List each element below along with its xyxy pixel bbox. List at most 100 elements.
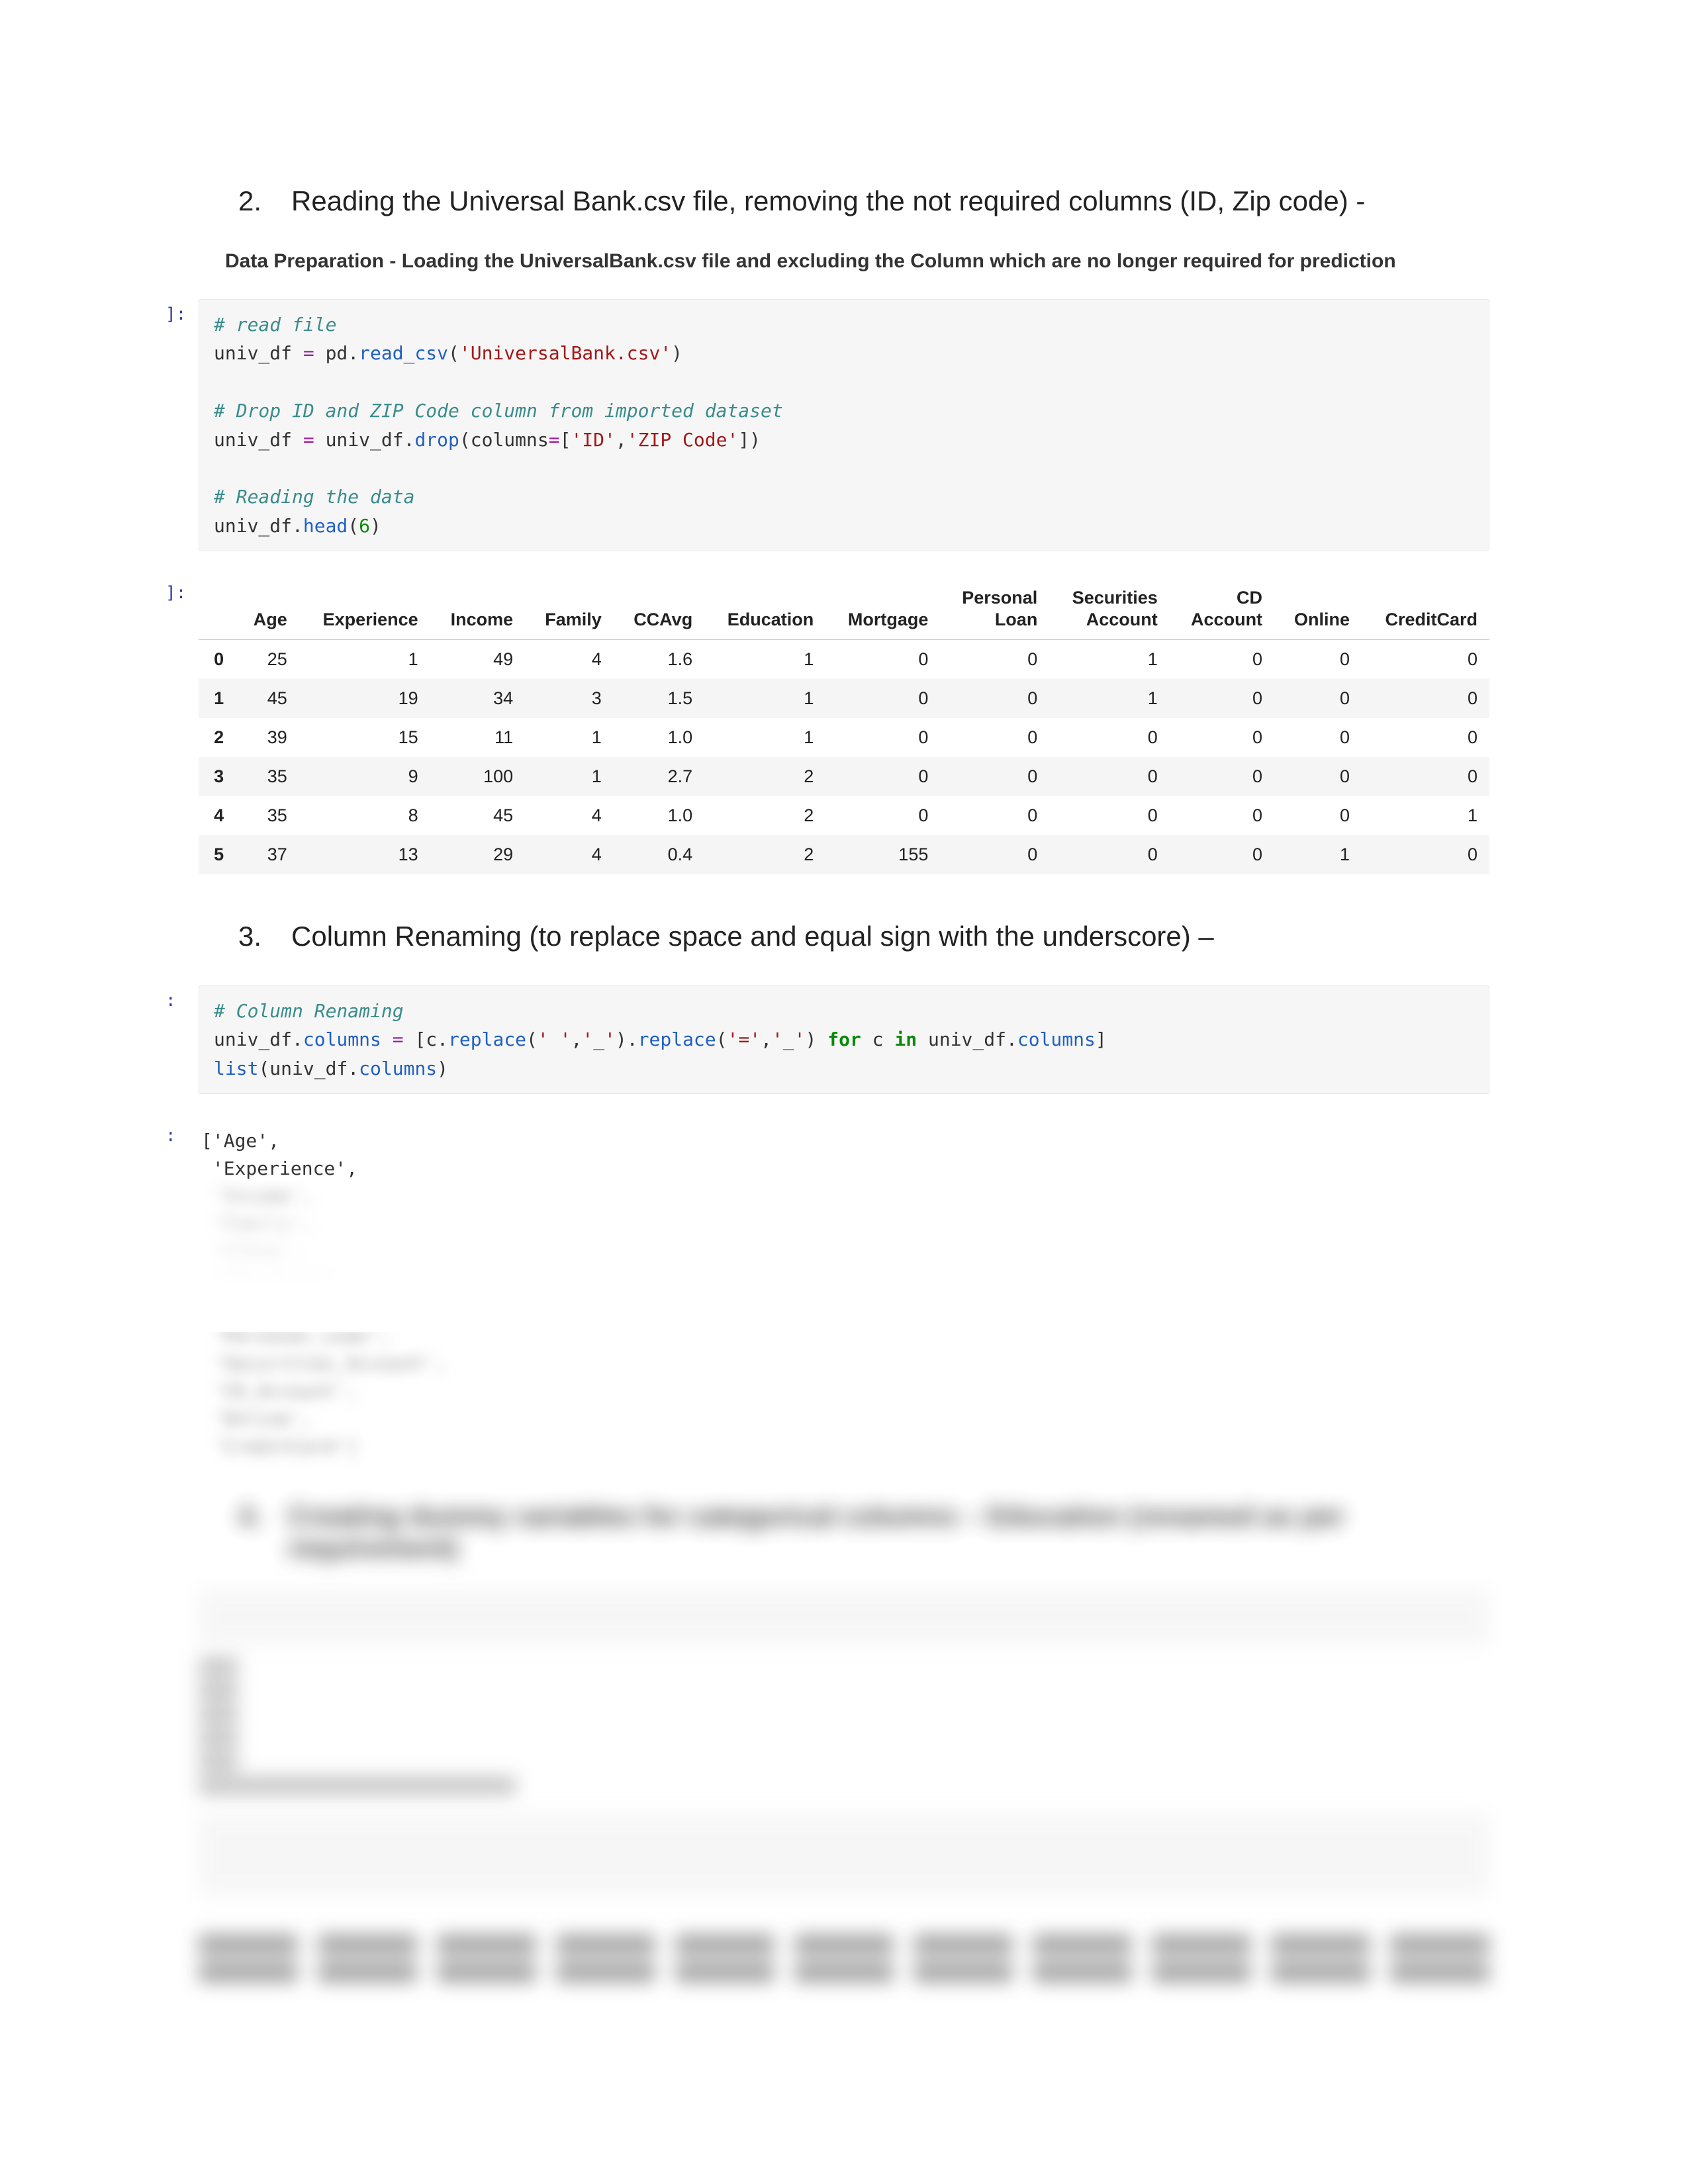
table-cell: 1 <box>704 718 825 757</box>
table-cell: 0 <box>825 639 940 679</box>
table-header: Age <box>236 578 299 639</box>
table-cell: 15 <box>299 718 430 757</box>
table-cell: 155 <box>825 835 940 874</box>
table-cell: 0 <box>1170 679 1274 718</box>
table-body: 02514941.61001000145193431.5100100023915… <box>199 639 1489 874</box>
table-cell: 39 <box>236 718 299 757</box>
table-cell: 100 <box>430 757 525 796</box>
table-cell: 0 <box>1170 835 1274 874</box>
table-cell: 1 <box>199 679 236 718</box>
table-cell: 0 <box>1170 718 1274 757</box>
table-header: CreditCard <box>1362 578 1489 639</box>
table-cell: 0 <box>1274 679 1362 718</box>
table-cell: 0 <box>1274 718 1362 757</box>
table-cell: 0 <box>1170 757 1274 796</box>
table-cell: 1 <box>1274 835 1362 874</box>
table-header: Mortgage <box>825 578 940 639</box>
table-cell: 1.0 <box>614 718 704 757</box>
table-cell: 4 <box>525 796 614 835</box>
blurred-preview-region: 4. Creating dummy variables for categori… <box>199 1500 1489 1982</box>
table-cell: 0 <box>825 718 940 757</box>
section-3-heading: 3. Column Renaming (to replace space and… <box>238 921 1489 952</box>
table-cell: 1 <box>1049 679 1169 718</box>
output-prompt: ]: <box>165 583 186 603</box>
table-cell: 13 <box>299 835 430 874</box>
table-cell: 0 <box>940 639 1049 679</box>
code-block-2: # Column Renaming univ_df.columns = [c.r… <box>199 985 1489 1094</box>
table-cell: 2.7 <box>614 757 704 796</box>
table-cell: 1.5 <box>614 679 704 718</box>
table-cell: 1 <box>299 639 430 679</box>
table-cell: 0 <box>1170 796 1274 835</box>
table-cell: 1 <box>525 718 614 757</box>
table-cell: 1 <box>1362 796 1489 835</box>
table-cell: 0 <box>940 835 1049 874</box>
table-cell: 0 <box>940 679 1049 718</box>
table-cell: 29 <box>430 835 525 874</box>
table-cell: 8 <box>299 796 430 835</box>
document-page: 2. Reading the Universal Bank.csv file, … <box>0 0 1688 2184</box>
table-cell: 4 <box>525 639 614 679</box>
table-cell: 3 <box>199 757 236 796</box>
table-cell: 0 <box>1049 796 1169 835</box>
blurred-output-lines <box>199 1658 1489 1794</box>
section-2-number: 2. <box>238 185 265 217</box>
table-header: CCAvg <box>614 578 704 639</box>
table-cell: 0.4 <box>614 835 704 874</box>
blurred-code-block-2 <box>199 1814 1489 1895</box>
table-cell: 11 <box>430 718 525 757</box>
blurred-table <box>199 1934 1489 1982</box>
table-header: Income <box>430 578 525 639</box>
table-header: SecuritiesAccount <box>1049 578 1169 639</box>
table-cell: 0 <box>825 757 940 796</box>
table-row: 239151111.01000000 <box>199 718 1489 757</box>
table-cell: 0 <box>1049 718 1169 757</box>
table-cell: 37 <box>236 835 299 874</box>
blurred-code-block <box>199 1590 1489 1645</box>
table-cell: 0 <box>1049 835 1169 874</box>
code-block-1: # read file univ_df = pd.read_csv('Unive… <box>199 299 1489 551</box>
table-head: AgeExperienceIncomeFamilyCCAvgEducationM… <box>199 578 1489 639</box>
table-row: 43584541.02000001 <box>199 796 1489 835</box>
table-cell: 0 <box>1170 639 1274 679</box>
section-3-number: 3. <box>238 921 265 952</box>
table-row: 335910012.72000000 <box>199 757 1489 796</box>
table-row: 537132940.4215500010 <box>199 835 1489 874</box>
table-cell: 1 <box>525 757 614 796</box>
table-cell: 4 <box>199 796 236 835</box>
table-cell: 2 <box>704 835 825 874</box>
table-row: 02514941.61001000 <box>199 639 1489 679</box>
table-cell: 1 <box>1049 639 1169 679</box>
table-header <box>199 578 236 639</box>
table-cell: 34 <box>430 679 525 718</box>
input-prompt-2: : <box>165 991 176 1011</box>
table-cell: 0 <box>1362 757 1489 796</box>
table-cell: 0 <box>1274 796 1362 835</box>
table-cell: 0 <box>1274 757 1362 796</box>
dataframe-table: AgeExperienceIncomeFamilyCCAvgEducationM… <box>199 578 1489 874</box>
table-header: Family <box>525 578 614 639</box>
table-cell: 0 <box>1362 835 1489 874</box>
table-cell: 0 <box>1274 639 1362 679</box>
table-cell: 5 <box>199 835 236 874</box>
table-header: Online <box>1274 578 1362 639</box>
table-cell: 4 <box>525 835 614 874</box>
table-cell: 19 <box>299 679 430 718</box>
table-cell: 45 <box>236 679 299 718</box>
table-cell: 35 <box>236 796 299 835</box>
output-cell-2: : ['Age', 'Experience', 'Income', 'Famil… <box>199 1120 1489 1461</box>
table-cell: 3 <box>525 679 614 718</box>
table-row: 145193431.51001000 <box>199 679 1489 718</box>
table-cell: 9 <box>299 757 430 796</box>
section-2-title: Reading the Universal Bank.csv file, rem… <box>291 185 1365 217</box>
section-2-heading: 2. Reading the Universal Bank.csv file, … <box>238 185 1489 217</box>
output-text-2: ['Age', 'Experience', 'Income', 'Family'… <box>199 1120 1489 1461</box>
section-4-heading-blurred: 4. Creating dummy variables for categori… <box>238 1500 1489 1564</box>
table-cell: 49 <box>430 639 525 679</box>
table-cell: 0 <box>825 679 940 718</box>
table-cell: 0 <box>199 639 236 679</box>
table-header: CDAccount <box>1170 578 1274 639</box>
table-header: PersonalLoan <box>940 578 1049 639</box>
table-cell: 0 <box>940 718 1049 757</box>
table-cell: 0 <box>1362 639 1489 679</box>
